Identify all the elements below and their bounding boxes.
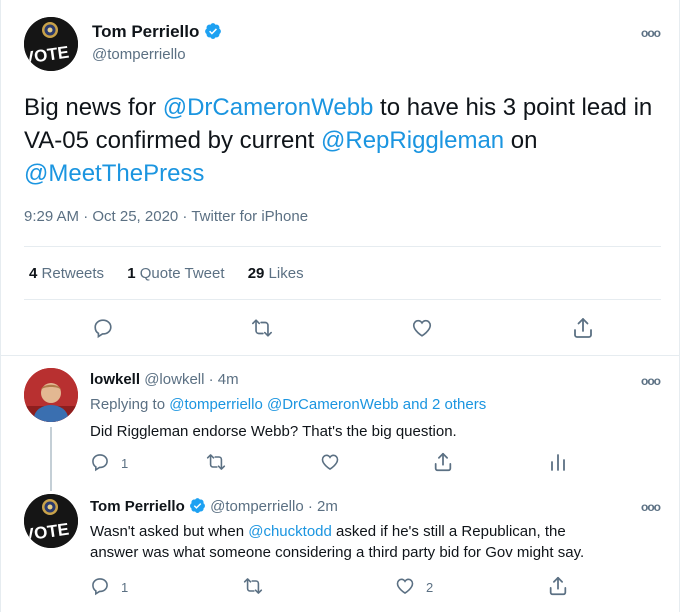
reply-count: 1 [121,456,129,471]
main-author-row: Tom Perriello [92,22,222,45]
share-icon[interactable] [571,316,595,340]
lowkell-avatar-image [24,368,78,422]
reply2-text-segment: Wasn't asked but when [90,523,249,540]
like-icon[interactable] [394,576,416,596]
mention-drcameronwebb[interactable]: @DrCameronWebb [163,94,374,121]
reply2-author-row: Tom Perriello @tomperriello · 2m [90,497,338,518]
tweet-thread: VOTE Tom Perriello @tomperriello ooo Big… [0,0,680,612]
avatar-tom-perriello[interactable]: VOTE [24,17,78,71]
quotes-label: Quote Tweet [139,265,225,282]
more-options-icon[interactable]: ooo [641,500,661,514]
analytics-icon[interactable] [549,452,567,472]
like-icon[interactable] [410,317,434,339]
divider [24,246,661,247]
retweet-icon[interactable] [205,452,227,472]
likes-count: 29 [247,265,265,282]
reply2-text-line1: Wasn't asked but when @chucktodd asked i… [90,521,675,542]
reply-count: 1 [121,580,129,595]
reply2-text-line2: answer was what someone considering a th… [90,544,585,561]
vote-avatar-image: VOTE [24,494,78,548]
author-handle[interactable]: @tomperriello [92,46,186,63]
reply2-author-handle[interactable]: @tomperriello [210,498,304,515]
tweet-text-segment: on [504,127,538,154]
reply1-author-name[interactable]: lowkell [90,371,140,388]
mention-repriggleman[interactable]: @RepRiggleman [321,127,504,154]
tweet-timestamp[interactable]: 9:29 AM · Oct 25, 2020 · Twitter for iPh… [24,208,308,225]
tweet-text-segment: Big news for [24,94,163,121]
quotes-count: 1 [127,265,136,282]
reply2-text-segment: asked if he's still a Republican, the [331,523,566,540]
like-icon[interactable] [319,452,341,472]
author-name[interactable]: Tom Perriello [92,22,199,41]
retweet-icon[interactable] [242,576,264,596]
reply1-author-row: lowkell @lowkell · 4m [90,371,239,388]
divider [1,355,680,356]
verified-badge-icon [204,22,222,45]
share-icon[interactable] [432,451,454,473]
avatar-tom-perriello[interactable]: VOTE [24,494,78,548]
retweets-count: 4 [29,265,38,282]
tweet-text: Big news for @DrCameronWebb to have his … [24,91,669,190]
reply1-text: Did Riggleman endorse Webb? That's the b… [90,423,457,440]
likes-stat[interactable]: 29 Likes [248,265,304,282]
reply2-time[interactable]: · 2m [308,498,338,515]
avatar-lowkell[interactable] [24,368,78,422]
replying-to-label: Replying to [90,396,166,413]
tweet-stats: 4 Retweets 1 Quote Tweet 29 Likes [29,265,304,282]
share-icon[interactable] [547,575,569,597]
more-options-icon[interactable]: ooo [641,26,661,40]
replying-to: Replying to @tomperriello @DrCameronWebb… [90,396,486,413]
like-count: 2 [426,580,434,595]
retweets-label: Retweets [41,265,105,282]
likes-label: Likes [268,265,304,282]
reply2-text: Wasn't asked but when @chucktodd asked i… [90,521,675,563]
verified-badge-icon [189,497,206,518]
reply1-author-handle[interactable]: @lowkell [144,371,204,388]
reply2-author-name[interactable]: Tom Perriello [90,498,185,515]
reply1-time[interactable]: · 4m [209,371,239,388]
retweet-icon[interactable] [250,317,274,339]
vote-avatar-image: VOTE [24,17,78,71]
reply-icon[interactable] [90,576,110,596]
divider [24,299,661,300]
thread-connector-line [50,427,52,491]
mention-meetthepress[interactable]: @MeetThePress [24,160,204,187]
more-options-icon[interactable]: ooo [641,374,661,388]
quote-tweets-stat[interactable]: 1 Quote Tweet [127,265,224,282]
replying-to-handles[interactable]: @tomperriello @DrCameronWebb and 2 other… [169,396,486,413]
mention-chucktodd[interactable]: @chucktodd [248,523,332,540]
reply-icon[interactable] [92,317,114,339]
reply-icon[interactable] [90,452,110,472]
retweets-stat[interactable]: 4 Retweets [29,265,104,282]
